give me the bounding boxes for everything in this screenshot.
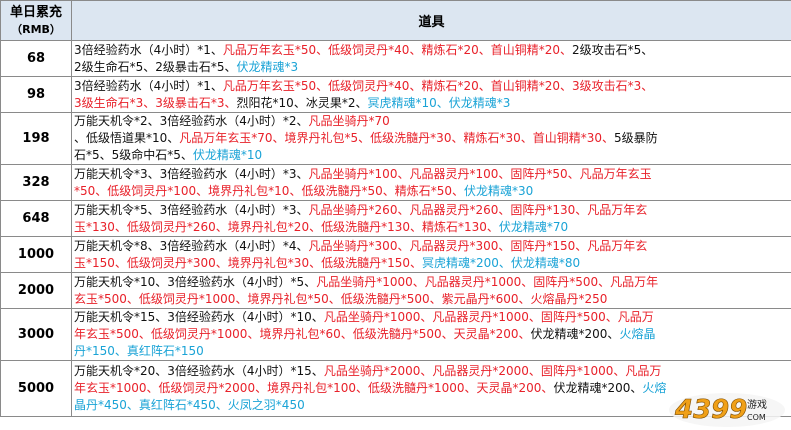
reward-item-rare: 凡品坐骑丹*1000、凡品器灵丹*1000、固阵丹*500、凡品万	[323, 310, 654, 324]
header-row: 单日累充 （RMB） 道具	[0, 0, 791, 41]
recharge-amount: 2000	[0, 272, 72, 309]
recharge-amount: 5000	[0, 360, 72, 417]
reward-item: 万能天机令*15、3倍经验药水（4小时）*10、	[74, 310, 324, 324]
reward-item-rare: 凡品坐骑丹*2000、凡品器灵丹*2000、固阵丹*1000、凡品万	[323, 364, 662, 378]
reward-item: 伏龙精魂*200、	[553, 381, 643, 395]
watermark-sub-text: 游戏	[747, 398, 767, 411]
reward-item-rare: 凡品万年玄玉*70、境界丹礼包*5、低级洗髓丹*30、精炼石*30、首山铜精*3…	[179, 131, 614, 145]
reward-item: 万能天机令*8、3倍经验药水（4小时）*4、	[74, 238, 309, 253]
reward-item: 2级攻击石*5、	[572, 42, 654, 57]
reward-item-rare: 玉*150、低级饲灵丹*300、境界丹礼包*30、低级洗髓丹*150、	[74, 255, 422, 270]
reward-item-special: 冥虎精魂*200、伏龙精魂*80	[421, 255, 581, 270]
reward-line: 玄玉*500、低级饲灵丹*1000、境界丹礼包*50、低级洗髓丹*500、紫元晶…	[74, 291, 791, 308]
reward-items-cell: 3倍经验药水（4小时）*1、凡品万年玄玉*50、低级饲灵丹*40、精炼石*20、…	[71, 76, 791, 113]
reward-line: 玉*150、低级饲灵丹*300、境界丹礼包*30、低级洗髓丹*150、冥虎精魂*…	[74, 255, 791, 272]
reward-row: 198 万能天机令*2、3倍经验药水（4小时）*2、凡品坐骑丹*70 、低级悟道果*…	[0, 112, 791, 165]
reward-item: 石*5、5级命中石*5、	[74, 148, 193, 162]
reward-item-rare: 凡品坐骑丹*1000、凡品器灵丹*1000、固阵丹*500、凡品万年	[316, 274, 659, 289]
reward-line: 3倍经验药水（4小时）*1、凡品万年玄玉*50、低级饲灵丹*40、精炼石*20、…	[74, 78, 791, 95]
recharge-amount: 3000	[0, 308, 72, 361]
reward-item: 万能天机令*20、3倍经验药水（4小时）*15、	[74, 364, 324, 378]
reward-item-rare: 玉*130、低级饲灵丹*260、境界丹礼包*20、低级洗髓丹*130、精炼石*1…	[74, 219, 499, 234]
recharge-amount: 198	[0, 112, 72, 165]
reward-row: 3000 万能天机令*15、3倍经验药水（4小时）*10、凡品坐骑丹*1000、凡…	[0, 308, 791, 361]
reward-line: 石*5、5级命中石*5、伏龙精魂*10	[74, 147, 791, 164]
reward-line: 万能天机令*8、3倍经验药水（4小时）*4、凡品坐骑丹*300、凡品器灵丹*30…	[74, 238, 791, 255]
reward-item: 、低级悟道果*10、	[74, 131, 180, 145]
reward-row: 2000 万能天机令*10、3倍经验药水（4小时）*5、凡品坐骑丹*1000、凡品…	[0, 272, 791, 309]
reward-item-rare: 凡品万年玄玉*50、低级饲灵丹*40、精炼石*20、首山铜精*20、3级攻击石*…	[222, 78, 654, 93]
reward-item: 万能天机令*2、3倍经验药水（4小时）*2、	[74, 114, 309, 128]
reward-item-rare: *50、低级饲灵丹*100、境界丹礼包*10、低级洗髓丹*50、精炼石*50、	[74, 183, 464, 198]
reward-row: 328 万能天机令*3、3倍经验药水（4小时）*3、凡品坐骑丹*100、凡品器灵丹…	[0, 164, 791, 201]
reward-item-rare: 年玄玉*500、低级饲灵丹*1000、境界丹礼包*60、低级洗髓丹*500、天灵…	[74, 327, 531, 341]
reward-items-cell: 万能天机令*8、3倍经验药水（4小时）*4、凡品坐骑丹*300、凡品器灵丹*30…	[71, 236, 791, 273]
reward-line: 3级生命石*3、3级暴击石*3、烈阳花*10、冰灵果*2、冥虎精魂*10、伏龙精…	[74, 95, 791, 112]
reward-items-cell: 万能天机令*2、3倍经验药水（4小时）*2、凡品坐骑丹*70 、低级悟道果*10、…	[71, 112, 791, 165]
reward-item-special: 伏龙精魂*3	[236, 59, 299, 74]
reward-item-rare: 凡品坐骑丹*300、凡品器灵丹*300、固阵丹*150、凡品万年玄	[308, 238, 648, 253]
reward-item-special: 冥虎精魂*10、伏龙精魂*3	[367, 95, 511, 110]
reward-item: 2级生命石*5、2级暴击石*5、	[74, 59, 237, 74]
reward-row: 68 3倍经验药水（4小时）*1、凡品万年玄玉*50、低级饲灵丹*40、精炼石*2…	[0, 40, 791, 77]
reward-item-rare: 玄玉*500、低级饲灵丹*1000、境界丹礼包*50、低级洗髓丹*500、紫元晶…	[74, 291, 608, 306]
site-watermark-logo: 4399 游戏 COM	[669, 393, 785, 427]
reward-items-cell: 万能天机令*3、3倍经验药水（4小时）*3、凡品坐骑丹*100、凡品器灵丹*10…	[71, 164, 791, 201]
reward-item: 5级暴防	[614, 131, 658, 145]
recharge-amount: 648	[0, 200, 72, 237]
reward-line: 年玄玉*500、低级饲灵丹*1000、境界丹礼包*60、低级洗髓丹*500、天灵…	[74, 326, 791, 343]
reward-item-special: 伏龙精魂*70	[498, 219, 569, 234]
reward-items-cell: 万能天机令*5、3倍经验药水（4小时）*3、凡品坐骑丹*260、凡品器灵丹*26…	[71, 200, 791, 237]
reward-line: 万能天机令*2、3倍经验药水（4小时）*2、凡品坐骑丹*70	[74, 114, 791, 131]
reward-item: 万能天机令*10、3倍经验药水（4小时）*5、	[74, 274, 317, 289]
reward-line: 2级生命石*5、2级暴击石*5、伏龙精魂*3	[74, 59, 791, 76]
header-amount-unit: （RMB）	[11, 22, 61, 36]
reward-line: 万能天机令*5、3倍经验药水（4小时）*3、凡品坐骑丹*260、凡品器灵丹*26…	[74, 202, 791, 219]
recharge-amount: 1000	[0, 236, 72, 273]
reward-item: 伏龙精魂*200、	[530, 327, 620, 341]
header-amount-cell: 单日累充 （RMB）	[0, 0, 72, 41]
reward-line: 万能天机令*15、3倍经验药水（4小时）*10、凡品坐骑丹*1000、凡品器灵丹…	[74, 310, 791, 327]
svg-text:COM: COM	[747, 413, 766, 422]
reward-item-rare: 3级生命石*3、3级暴击石*3、	[74, 95, 237, 110]
watermark-brand-text: 4399	[674, 395, 747, 425]
reward-item-rare: 凡品万年玄玉*50、低级饲灵丹*40、精炼石*20、首山铜精*20、	[222, 42, 572, 57]
reward-line: 万能天机令*20、3倍经验药水（4小时）*15、凡品坐骑丹*2000、凡品器灵丹…	[74, 363, 791, 380]
reward-line: *50、低级饲灵丹*100、境界丹礼包*10、低级洗髓丹*50、精炼石*50、伏…	[74, 183, 791, 200]
reward-item: 万能天机令*5、3倍经验药水（4小时）*3、	[74, 202, 309, 217]
reward-item-rare: 凡品坐骑丹*100、凡品器灵丹*100、固阵丹*50、凡品万年玄玉	[308, 166, 652, 181]
reward-row: 98 3倍经验药水（4小时）*1、凡品万年玄玉*50、低级饲灵丹*40、精炼石*2…	[0, 76, 791, 113]
reward-items-cell: 万能天机令*15、3倍经验药水（4小时）*10、凡品坐骑丹*1000、凡品器灵丹…	[71, 308, 791, 361]
reward-item-special: 火熔晶	[619, 327, 656, 341]
reward-line: 万能天机令*3、3倍经验药水（4小时）*3、凡品坐骑丹*100、凡品器灵丹*10…	[74, 166, 791, 183]
reward-row: 648 万能天机令*5、3倍经验药水（4小时）*3、凡品坐骑丹*260、凡品器灵丹…	[0, 200, 791, 237]
reward-item-rare: 凡品坐骑丹*260、凡品器灵丹*260、固阵丹*130、凡品万年玄	[308, 202, 648, 217]
reward-item-special: 晶丹*450、真红阵石*450、火凤之羽*450	[74, 398, 305, 412]
reward-items-cell: 万能天机令*10、3倍经验药水（4小时）*5、凡品坐骑丹*1000、凡品器灵丹*…	[71, 272, 791, 309]
reward-item: 万能天机令*3、3倍经验药水（4小时）*3、	[74, 166, 309, 181]
reward-line: 3倍经验药水（4小时）*1、凡品万年玄玉*50、低级饲灵丹*40、精炼石*20、…	[74, 42, 791, 59]
reward-line: 玉*130、低级饲灵丹*260、境界丹礼包*20、低级洗髓丹*130、精炼石*1…	[74, 219, 791, 236]
recharge-amount: 98	[0, 76, 72, 113]
reward-item: 3倍经验药水（4小时）*1、	[74, 78, 223, 93]
reward-items-cell: 3倍经验药水（4小时）*1、凡品万年玄玉*50、低级饲灵丹*40、精炼石*20、…	[71, 40, 791, 77]
header-amount-label: 单日累充	[9, 4, 62, 20]
reward-line: 丹*150、真红阵石*150	[74, 343, 791, 360]
reward-item-special: 伏龙精魂*30	[464, 183, 534, 198]
reward-item-special: 丹*150、真红阵石*150	[74, 344, 204, 358]
reward-item-special: 伏龙精魂*10	[192, 148, 263, 162]
reward-item: 烈阳花*10、冰灵果*2、	[236, 95, 368, 110]
reward-item-special: 火熔	[642, 381, 667, 395]
recharge-amount: 328	[0, 164, 72, 201]
recharge-reward-table: 单日累充 （RMB） 道具 68 3倍经验药水（4小时）*1、凡品万年玄玉*50、…	[0, 0, 791, 417]
reward-item-rare: 年玄玉*1000、低级饲灵丹*2000、境界丹礼包*100、低级洗髓丹*1000…	[74, 381, 554, 395]
reward-line: 万能天机令*10、3倍经验药水（4小时）*5、凡品坐骑丹*1000、凡品器灵丹*…	[74, 274, 791, 291]
reward-item-rare: 凡品坐骑丹*70	[308, 114, 390, 128]
header-items-label: 道具	[71, 0, 791, 41]
reward-row: 1000 万能天机令*8、3倍经验药水（4小时）*4、凡品坐骑丹*300、凡品器灵…	[0, 236, 791, 273]
reward-line: 、低级悟道果*10、凡品万年玄玉*70、境界丹礼包*5、低级洗髓丹*30、精炼石…	[74, 130, 791, 147]
reward-item: 3倍经验药水（4小时）*1、	[74, 42, 223, 57]
recharge-amount: 68	[0, 40, 72, 77]
